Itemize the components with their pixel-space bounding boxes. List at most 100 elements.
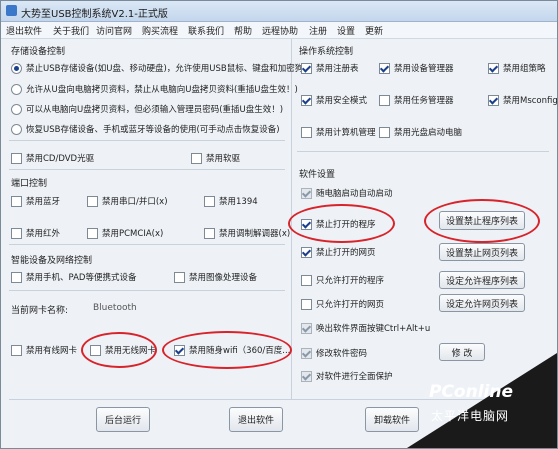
checkbox-cd-boot[interactable]: 禁用光盘启动电脑 — [379, 126, 462, 138]
checkbox[interactable] — [379, 126, 390, 138]
checkbox-label: 禁用图像处理设备 — [189, 273, 258, 283]
checkbox-label: 修改软件密码 — [316, 349, 368, 359]
checkbox-label: 禁用设备管理器 — [394, 64, 454, 74]
checkbox-serial-parallel[interactable]: 禁用串口/并口(x) — [87, 195, 168, 207]
ports-section-title: 端口控制 — [11, 179, 48, 189]
checkbox-safe-mode[interactable]: 禁用安全模式 — [301, 94, 367, 106]
checkbox[interactable] — [87, 227, 98, 239]
divider — [297, 151, 549, 152]
checkbox-floppy[interactable]: 禁用软驱 — [191, 152, 240, 164]
run-background-button[interactable]: 后台运行 — [96, 407, 150, 432]
radio-button[interactable] — [11, 83, 22, 95]
checkbox-forbid-web[interactable]: 禁止打开的网页 — [301, 246, 376, 258]
checkbox-wired-nic[interactable]: 禁用有线网卡 — [11, 344, 77, 356]
checkbox[interactable] — [90, 344, 101, 356]
menu-about[interactable]: 关于我们 — [53, 24, 89, 37]
checkbox[interactable] — [301, 94, 312, 106]
checkbox[interactable] — [174, 344, 185, 356]
radio-button[interactable] — [11, 103, 22, 115]
app-window: 大势至USB控制系统V2.1-正式版 退出软件 关于我们 访问官网 购买流程 联… — [0, 0, 558, 449]
checkbox-registry[interactable]: 禁用注册表 — [301, 62, 359, 74]
checkbox[interactable] — [301, 322, 312, 334]
checkbox[interactable] — [204, 227, 215, 239]
app-icon — [6, 5, 17, 16]
checkbox-msconfig[interactable]: 禁用Msconfig — [488, 94, 557, 106]
checkbox-group-policy[interactable]: 禁用组策略 — [488, 62, 546, 74]
checkbox[interactable] — [174, 271, 185, 283]
checkbox[interactable] — [11, 152, 22, 164]
checkbox-label: 禁用软驱 — [206, 154, 241, 164]
checkbox-mobile-devices[interactable]: 禁用手机、PAD等便携式设备 — [11, 271, 136, 283]
checkbox-hotkey[interactable]: 唤出软件界面按键Ctrl+Alt+u — [301, 322, 430, 334]
storage-radio-restore[interactable]: 恢复USB存储设备、手机或蓝牙等设备的使用(可手动点击恢复设备) — [11, 123, 280, 135]
smart-section-title: 智能设备及网络控制 — [11, 256, 93, 266]
checkbox[interactable] — [87, 195, 98, 207]
checkbox-portable-wifi[interactable]: 禁用随身wifi（360/百度... — [174, 344, 290, 356]
nic-name-value: Bluetooth — [93, 303, 137, 313]
checkbox[interactable] — [301, 126, 312, 138]
menu-register[interactable]: 注册 — [309, 24, 327, 37]
menu-remote[interactable]: 远程协助 — [262, 24, 298, 37]
checkbox[interactable] — [301, 370, 312, 382]
checkbox-protect-software[interactable]: 对软件进行全面保护 — [301, 370, 393, 382]
checkbox-label: 对软件进行全面保护 — [316, 372, 393, 382]
storage-radio-readonly[interactable]: 允许从U盘向电脑拷贝资料，禁止从电脑向U盘拷贝资料(重插U盘生效！) — [11, 83, 298, 95]
checkbox[interactable] — [488, 62, 499, 74]
checkbox[interactable] — [204, 195, 215, 207]
checkbox-imaging-devices[interactable]: 禁用图像处理设备 — [174, 271, 257, 283]
checkbox[interactable] — [11, 195, 22, 207]
checkbox-label: 随电脑启动自动启动 — [316, 189, 393, 199]
menu-settings[interactable]: 设置 — [337, 24, 355, 37]
checkbox-change-password[interactable]: 修改软件密码 — [301, 347, 367, 359]
checkbox[interactable] — [301, 347, 312, 359]
menu-contact[interactable]: 联系我们 — [188, 24, 224, 37]
exit-software-button[interactable]: 退出软件 — [229, 407, 283, 432]
checkbox-pcmcia[interactable]: 禁用PCMCIA(x) — [87, 227, 163, 239]
checkbox-infrared[interactable]: 禁用红外 — [11, 227, 60, 239]
divider — [9, 169, 285, 170]
checkbox-allow-web[interactable]: 只允许打开的网页 — [301, 298, 384, 310]
menu-purchase[interactable]: 购买流程 — [142, 24, 178, 37]
radio-label: 允许从U盘向电脑拷贝资料，禁止从电脑向U盘拷贝资料(重插U盘生效！) — [26, 85, 298, 95]
checkbox[interactable] — [488, 94, 499, 106]
set-forbid-program-list-button[interactable]: 设置禁止程序列表 — [439, 211, 525, 230]
divider — [9, 290, 285, 291]
checkbox-allow-program[interactable]: 只允许打开的程序 — [301, 274, 384, 286]
checkbox[interactable] — [379, 94, 390, 106]
checkbox[interactable] — [301, 246, 312, 258]
checkbox[interactable] — [301, 218, 312, 230]
checkbox[interactable] — [191, 152, 202, 164]
checkbox-1394[interactable]: 禁用1394 — [204, 195, 258, 207]
checkbox-wireless-nic[interactable]: 禁用无线网卡 — [90, 344, 156, 356]
checkbox[interactable] — [11, 271, 22, 283]
checkbox[interactable] — [301, 187, 312, 199]
menu-exit[interactable]: 退出软件 — [6, 24, 42, 37]
checkbox-label: 禁用手机、PAD等便携式设备 — [26, 273, 137, 283]
checkbox[interactable] — [379, 62, 390, 74]
checkbox-cd-dvd[interactable]: 禁用CD/DVD光驱 — [11, 152, 94, 164]
checkbox-autostart[interactable]: 随电脑启动自动启动 — [301, 187, 393, 199]
checkbox-bluetooth[interactable]: 禁用蓝牙 — [11, 195, 60, 207]
window-title: 大势至USB控制系统V2.1-正式版 — [21, 9, 168, 20]
checkbox[interactable] — [301, 274, 312, 286]
checkbox-modem[interactable]: 禁用调制解调器(x) — [204, 227, 290, 239]
set-allow-web-list-button[interactable]: 设定允许网页列表 — [439, 294, 525, 312]
menu-website[interactable]: 访问官网 — [96, 24, 132, 37]
set-allow-program-list-button[interactable]: 设定允许程序列表 — [439, 271, 525, 289]
checkbox[interactable] — [11, 227, 22, 239]
radio-button[interactable] — [11, 123, 22, 135]
storage-radio-block-usb[interactable]: 禁止USB存储设备(如U盘、移动硬盘)，允许使用USB鼠标、键盘和加密狗 — [11, 62, 303, 74]
checkbox-forbid-program[interactable]: 禁止打开的程序 — [301, 218, 376, 230]
radio-button[interactable] — [11, 62, 22, 74]
checkbox-computer-management[interactable]: 禁用计算机管理 — [301, 126, 376, 138]
checkbox[interactable] — [301, 298, 312, 310]
checkbox-task-manager[interactable]: 禁用任务管理器 — [379, 94, 454, 106]
checkbox[interactable] — [11, 344, 22, 356]
set-forbid-web-list-button[interactable]: 设置禁止网页列表 — [439, 243, 525, 261]
checkbox-label: 禁用调制解调器(x) — [219, 229, 291, 239]
checkbox-device-manager[interactable]: 禁用设备管理器 — [379, 62, 454, 74]
menu-help[interactable]: 帮助 — [234, 24, 252, 37]
checkbox[interactable] — [301, 62, 312, 74]
menu-update[interactable]: 更新 — [365, 24, 383, 37]
storage-radio-password[interactable]: 可以从电脑向U盘拷贝资料，但必须输入管理员密码(重插U盘生效！) — [11, 103, 283, 115]
